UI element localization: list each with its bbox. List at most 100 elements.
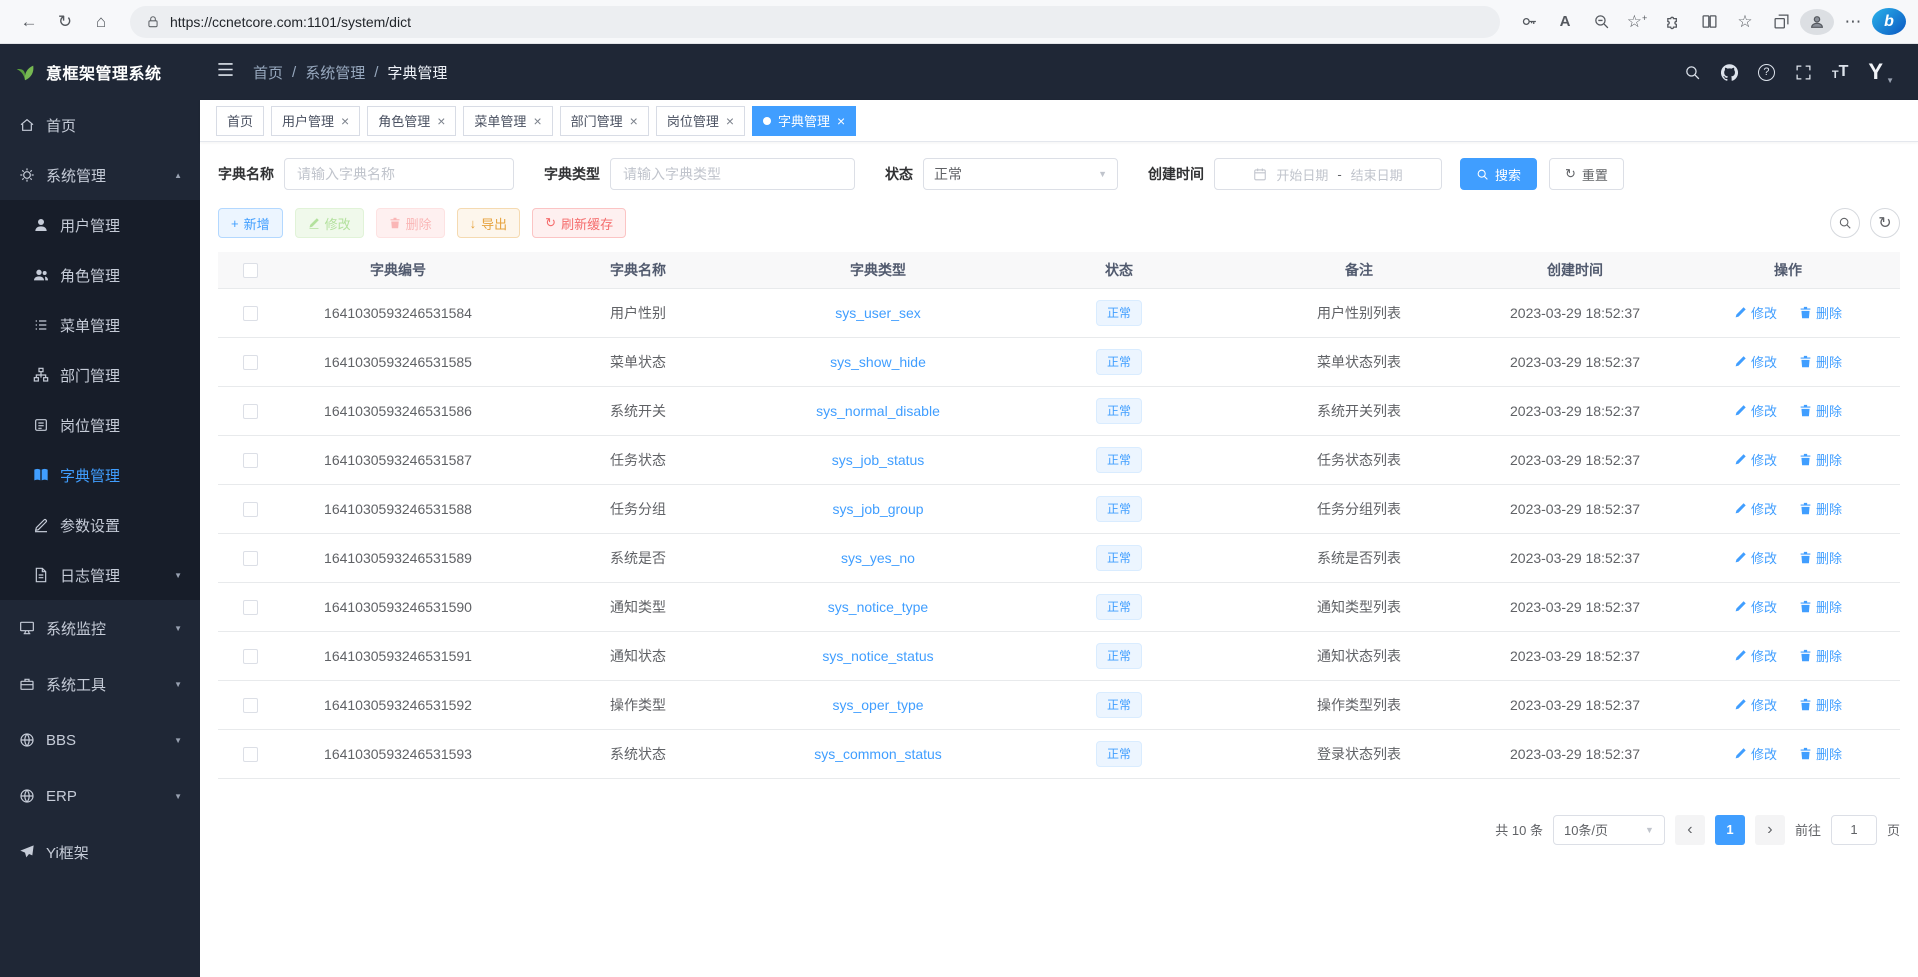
row-delete-button[interactable]: 删除 <box>1799 548 1842 567</box>
sidebar-item-system[interactable]: 系统管理 ▲ <box>0 150 200 200</box>
row-checkbox[interactable] <box>243 747 258 762</box>
refresh-table-button[interactable]: ↻ <box>1870 208 1900 238</box>
sidebar-item-erp[interactable]: ERP ▼ <box>0 768 200 824</box>
row-edit-button[interactable]: 修改 <box>1734 548 1777 567</box>
favorites-icon[interactable]: ☆ <box>1728 5 1762 39</box>
back-icon[interactable]: ← <box>12 5 46 39</box>
select-all-checkbox[interactable] <box>243 263 258 278</box>
dict-type-link[interactable]: sys_show_hide <box>830 354 926 370</box>
row-checkbox[interactable] <box>243 698 258 713</box>
row-checkbox[interactable] <box>243 306 258 321</box>
date-range-picker[interactable]: 开始日期 - 结束日期 <box>1214 158 1442 190</box>
edit-button[interactable]: 修改 <box>295 208 364 238</box>
dict-type-link[interactable]: sys_common_status <box>814 746 942 762</box>
sidebar-item-param-settings[interactable]: 参数设置 <box>0 500 200 550</box>
refresh-icon[interactable]: ↻ <box>48 5 82 39</box>
zoom-out-icon[interactable] <box>1584 5 1618 39</box>
row-checkbox[interactable] <box>243 453 258 468</box>
row-delete-button[interactable]: 删除 <box>1799 401 1842 420</box>
row-edit-button[interactable]: 修改 <box>1734 744 1777 763</box>
row-edit-button[interactable]: 修改 <box>1734 352 1777 371</box>
dict-type-link[interactable]: sys_job_group <box>832 501 923 517</box>
delete-button[interactable]: 删除 <box>376 208 445 238</box>
copilot-icon[interactable]: b <box>1872 8 1906 35</box>
next-page-button[interactable]: › <box>1755 815 1785 845</box>
read-aloud-icon[interactable]: A <box>1548 5 1582 39</box>
fullscreen-icon[interactable] <box>1795 64 1812 81</box>
sidebar-item-role-mgmt[interactable]: 角色管理 <box>0 250 200 300</box>
row-delete-button[interactable]: 删除 <box>1799 303 1842 322</box>
dict-type-link[interactable]: sys_yes_no <box>841 550 915 566</box>
tab-home[interactable]: 首页 <box>216 106 264 136</box>
extensions-icon[interactable] <box>1656 5 1690 39</box>
tab-dept-mgmt[interactable]: 部门管理× <box>560 106 649 136</box>
close-icon[interactable]: × <box>630 114 638 128</box>
row-edit-button[interactable]: 修改 <box>1734 499 1777 518</box>
current-page-button[interactable]: 1 <box>1715 815 1745 845</box>
tab-role-mgmt[interactable]: 角色管理× <box>367 106 456 136</box>
collections-icon[interactable] <box>1764 5 1798 39</box>
sidebar-item-user-mgmt[interactable]: 用户管理 <box>0 200 200 250</box>
tab-post-mgmt[interactable]: 岗位管理× <box>656 106 745 136</box>
help-icon[interactable]: ? <box>1758 64 1775 81</box>
sidebar-item-menu-mgmt[interactable]: 菜单管理 <box>0 300 200 350</box>
row-checkbox[interactable] <box>243 551 258 566</box>
tab-dict-mgmt[interactable]: 字典管理× <box>752 106 856 136</box>
row-edit-button[interactable]: 修改 <box>1734 695 1777 714</box>
page-size-select[interactable]: 10条/页 ▼ <box>1553 815 1665 845</box>
dict-type-link[interactable]: sys_normal_disable <box>816 403 940 419</box>
dict-type-link[interactable]: sys_user_sex <box>835 305 921 321</box>
add-button[interactable]: +新增 <box>218 208 283 238</box>
profile-avatar[interactable] <box>1800 9 1834 35</box>
row-delete-button[interactable]: 删除 <box>1799 450 1842 469</box>
dict-name-input[interactable] <box>284 158 514 190</box>
refresh-cache-button[interactable]: ↻刷新缓存 <box>532 208 626 238</box>
sidebar-item-log-mgmt[interactable]: 日志管理 ▼ <box>0 550 200 600</box>
dict-type-link[interactable]: sys_job_status <box>832 452 925 468</box>
favorites-add-icon[interactable]: ☆+ <box>1620 5 1654 39</box>
row-edit-button[interactable]: 修改 <box>1734 450 1777 469</box>
row-delete-button[interactable]: 删除 <box>1799 744 1842 763</box>
close-icon[interactable]: × <box>437 114 445 128</box>
goto-page-input[interactable] <box>1831 815 1877 845</box>
close-icon[interactable]: × <box>837 114 845 128</box>
dict-type-link[interactable]: sys_notice_status <box>822 648 933 664</box>
row-checkbox[interactable] <box>243 502 258 517</box>
breadcrumb-system[interactable]: 系统管理 <box>305 62 365 83</box>
more-menu-icon[interactable]: ⋯ <box>1836 5 1870 39</box>
close-icon[interactable]: × <box>726 114 734 128</box>
row-delete-button[interactable]: 删除 <box>1799 695 1842 714</box>
github-icon[interactable] <box>1721 64 1738 81</box>
sidebar-item-post-mgmt[interactable]: 岗位管理 <box>0 400 200 450</box>
sidebar-item-dict-mgmt[interactable]: 字典管理 <box>0 450 200 500</box>
export-button[interactable]: ↓导出 <box>457 208 521 238</box>
row-checkbox[interactable] <box>243 404 258 419</box>
sidebar-item-dept-mgmt[interactable]: 部门管理 <box>0 350 200 400</box>
row-checkbox[interactable] <box>243 355 258 370</box>
row-delete-button[interactable]: 删除 <box>1799 646 1842 665</box>
row-delete-button[interactable]: 删除 <box>1799 352 1842 371</box>
row-edit-button[interactable]: 修改 <box>1734 597 1777 616</box>
home-icon[interactable]: ⌂ <box>84 5 118 39</box>
breadcrumb-home[interactable]: 首页 <box>253 62 283 83</box>
font-size-icon[interactable]: TT <box>1832 63 1849 81</box>
close-icon[interactable]: × <box>533 114 541 128</box>
tab-user-mgmt[interactable]: 用户管理× <box>271 106 360 136</box>
close-icon[interactable]: × <box>341 114 349 128</box>
search-icon[interactable] <box>1684 64 1701 81</box>
row-delete-button[interactable]: 删除 <box>1799 499 1842 518</box>
tab-menu-mgmt[interactable]: 菜单管理× <box>463 106 552 136</box>
row-checkbox[interactable] <box>243 600 258 615</box>
row-edit-button[interactable]: 修改 <box>1734 646 1777 665</box>
sidebar-item-home[interactable]: 首页 <box>0 100 200 150</box>
hamburger-menu-icon[interactable] <box>216 60 235 84</box>
password-key-icon[interactable] <box>1512 5 1546 39</box>
user-menu[interactable]: Y▼ <box>1868 59 1894 85</box>
row-edit-button[interactable]: 修改 <box>1734 303 1777 322</box>
sidebar-item-yi-framework[interactable]: Yi框架 <box>0 824 200 880</box>
reset-button[interactable]: ↻ 重置 <box>1549 158 1624 190</box>
dict-type-link[interactable]: sys_oper_type <box>832 697 923 713</box>
sidebar-item-tools[interactable]: 系统工具 ▼ <box>0 656 200 712</box>
dict-type-link[interactable]: sys_notice_type <box>828 599 928 615</box>
split-screen-icon[interactable] <box>1692 5 1726 39</box>
